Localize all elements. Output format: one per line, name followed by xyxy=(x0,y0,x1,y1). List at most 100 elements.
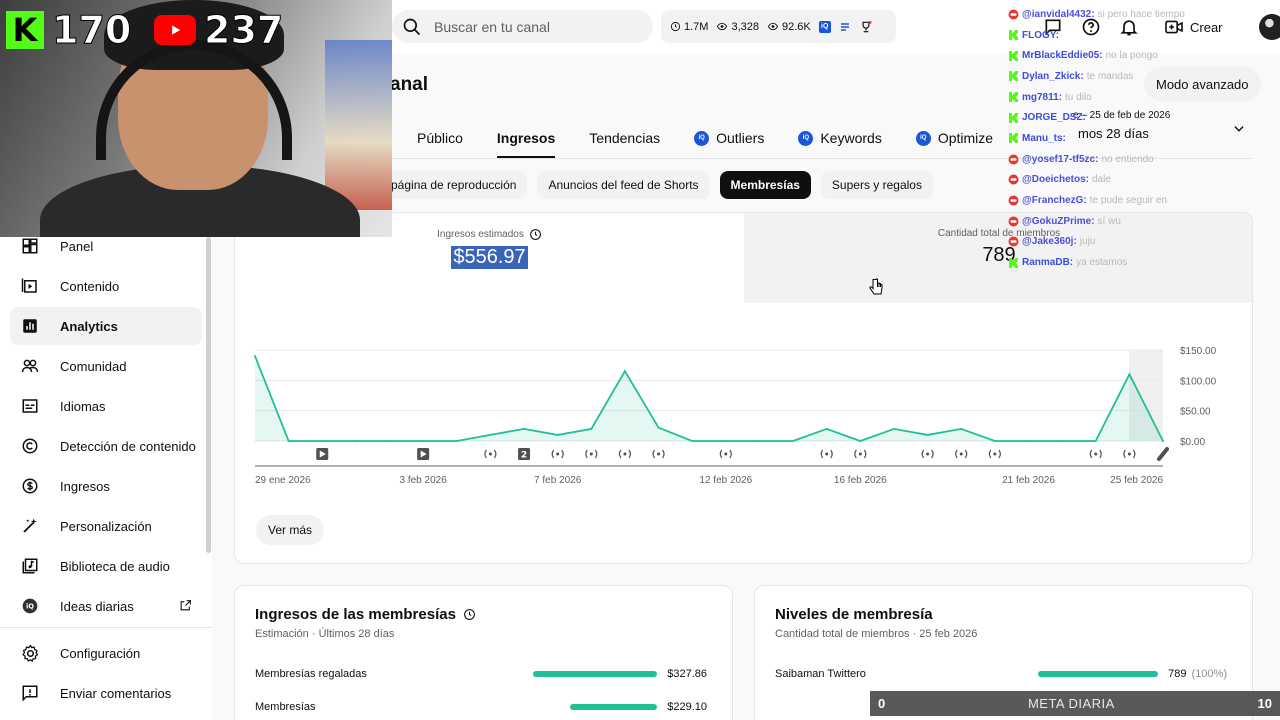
revenue-bar xyxy=(570,704,657,710)
card-title: Ingresos de las membresías xyxy=(255,606,456,623)
chat-username: FLOGY: xyxy=(1022,29,1060,41)
tab-keywords[interactable]: iQ Keywords xyxy=(781,118,898,158)
chat-message: @GokuZPrime: sí wu xyxy=(1008,211,1238,232)
sidebar: Panel Contenido Analytics Comunidad Idio… xyxy=(0,237,212,720)
chat-username: MrBlackEddie05: xyxy=(1022,50,1103,62)
chart-data-point xyxy=(1128,373,1131,376)
hand-cursor-icon xyxy=(869,278,883,295)
feedback-icon xyxy=(20,683,40,703)
chat-message: Dylan_Zkick: te mandas xyxy=(1008,66,1238,87)
tab-ingresos[interactable]: Ingresos xyxy=(480,118,572,158)
avatar[interactable] xyxy=(1258,14,1280,40)
revenue-area-chart[interactable]: $150.00 $100.00 $50.00 $0.00 2 29 ene 2026 3 f… xyxy=(235,338,1252,513)
sidebar-item-idiomas[interactable]: Idiomas xyxy=(10,387,202,425)
vidiq-icon[interactable]: iQ xyxy=(818,20,831,33)
live-marker-icon xyxy=(657,452,661,456)
list-icon[interactable] xyxy=(839,21,851,33)
tab-tendencias[interactable]: Tendencias xyxy=(572,118,677,158)
eye-icon xyxy=(717,22,728,31)
chart-data-point xyxy=(993,440,996,442)
chart-data-point xyxy=(287,440,290,442)
svg-text:iQ: iQ xyxy=(26,603,34,611)
kick-badge-icon xyxy=(1008,71,1019,82)
live-marker-icon xyxy=(858,452,862,456)
chat-message: MrBlackEddie05: no la pongo xyxy=(1008,45,1238,66)
community-icon xyxy=(20,356,40,376)
sidebar-scrollbar[interactable] xyxy=(206,237,211,553)
x-tick-label: 25 feb 2026 xyxy=(1110,475,1163,486)
search-box[interactable] xyxy=(392,10,653,43)
youtube-badge-icon xyxy=(1008,195,1019,206)
sidebar-item-ideas-diarias[interactable]: iQ Ideas diarias xyxy=(10,587,202,625)
chat-text: tu dilo xyxy=(1065,91,1092,103)
chat-username: @ianvidal4432: xyxy=(1022,8,1095,20)
table-row: Saibaman Twittero 789 (100%) xyxy=(775,668,1227,680)
x-tick-label: 12 feb 2026 xyxy=(699,475,752,486)
content-icon xyxy=(20,276,40,296)
chat-username: @FranchezG: xyxy=(1022,195,1087,207)
x-tick-label: 29 ene 2026 xyxy=(255,475,311,486)
kick-badge-icon xyxy=(1008,50,1019,61)
chart-data-point xyxy=(1094,440,1097,442)
trophy-icon[interactable] xyxy=(859,20,873,34)
chat-username: @Doeichetos: xyxy=(1022,174,1089,186)
sidebar-item-enviar-comentarios[interactable]: Enviar comentarios xyxy=(10,674,202,712)
clock-icon xyxy=(670,21,681,32)
analytics-icon xyxy=(20,316,40,336)
audio-library-icon xyxy=(20,556,40,576)
sidebar-item-ingresos[interactable]: Ingresos xyxy=(10,467,202,505)
chart-data-point xyxy=(590,427,593,430)
chart-data-point xyxy=(893,427,895,430)
chat-username: mg7811: xyxy=(1022,91,1063,103)
sidebar-item-biblioteca-audio[interactable]: Biblioteca de audio xyxy=(10,547,202,585)
chat-text: te pude seguir en xyxy=(1089,195,1168,207)
sidebar-item-contenido[interactable]: Contenido xyxy=(10,267,202,305)
chart-data-point xyxy=(691,440,694,442)
search-icon[interactable] xyxy=(400,15,424,39)
page-title: anal xyxy=(390,74,429,95)
ver-mas-button[interactable]: Ver más xyxy=(256,515,325,545)
chat-message: RanmaDB: ya estamos xyxy=(1008,252,1238,273)
sidebar-item-deteccion[interactable]: Detección de contenido xyxy=(10,427,202,465)
revenue-filter-chips: página de reproducción Anuncios del feed… xyxy=(380,171,933,199)
chat-message: FLOGY: xyxy=(1008,25,1238,46)
chart-data-point xyxy=(455,440,458,442)
chat-username: @yosef17-tf5zc: xyxy=(1022,153,1099,165)
card-subtitle: Estimación · Últimos 28 días xyxy=(255,628,395,640)
card-title: Niveles de membresía xyxy=(775,606,933,623)
chip-anuncios-shorts[interactable]: Anuncios del feed de Shorts xyxy=(537,171,710,199)
tab-optimize[interactable]: iQ Optimize xyxy=(899,118,1010,158)
chart-data-point xyxy=(758,440,761,442)
card-subtitle: Cantidad total de miembros · 25 feb 2026 xyxy=(775,628,978,640)
chip-membresias[interactable]: Membresías xyxy=(719,171,811,199)
tab-outliers[interactable]: iQ Outliers xyxy=(677,118,781,158)
clock-icon[interactable] xyxy=(463,608,476,621)
clock-icon[interactable] xyxy=(529,228,542,241)
stat-subs: 1.7M xyxy=(670,21,708,33)
metric-value-ingresos: $556.97 xyxy=(451,246,528,269)
chart-data-point xyxy=(724,440,727,442)
kick-badge-icon xyxy=(1008,92,1019,103)
chat-username: Manu_ts: xyxy=(1022,132,1066,144)
chart-data-point xyxy=(960,427,963,430)
chip-supers-regalos[interactable]: Supers y regalos xyxy=(820,171,933,199)
chart-data-point xyxy=(489,433,492,436)
sidebar-item-comunidad[interactable]: Comunidad xyxy=(10,347,202,385)
kick-viewer-counter: K 170 xyxy=(6,8,132,53)
sidebar-item-personalizacion[interactable]: Personalización xyxy=(10,507,202,545)
external-link-icon[interactable] xyxy=(179,599,192,615)
chart-series-line xyxy=(254,355,1164,442)
live-marker-icon xyxy=(993,452,997,456)
shorts-marker-icon xyxy=(1157,447,1169,461)
sidebar-item-analytics[interactable]: Analytics xyxy=(10,307,202,345)
level-bar xyxy=(1038,671,1159,677)
youtube-badge-icon xyxy=(1008,9,1019,20)
chat-message: JORGE_DSZ: xyxy=(1008,107,1238,128)
chip-pagina-reproduccion[interactable]: página de reproducción xyxy=(380,171,528,199)
vidiq-badge-icon: iQ xyxy=(915,130,931,146)
live-marker-icon xyxy=(926,452,930,456)
sidebar-item-configuracion[interactable]: Configuración xyxy=(10,634,202,672)
magic-wand-icon xyxy=(20,516,40,536)
search-input[interactable] xyxy=(434,18,634,35)
tab-publico[interactable]: Público xyxy=(400,118,480,158)
